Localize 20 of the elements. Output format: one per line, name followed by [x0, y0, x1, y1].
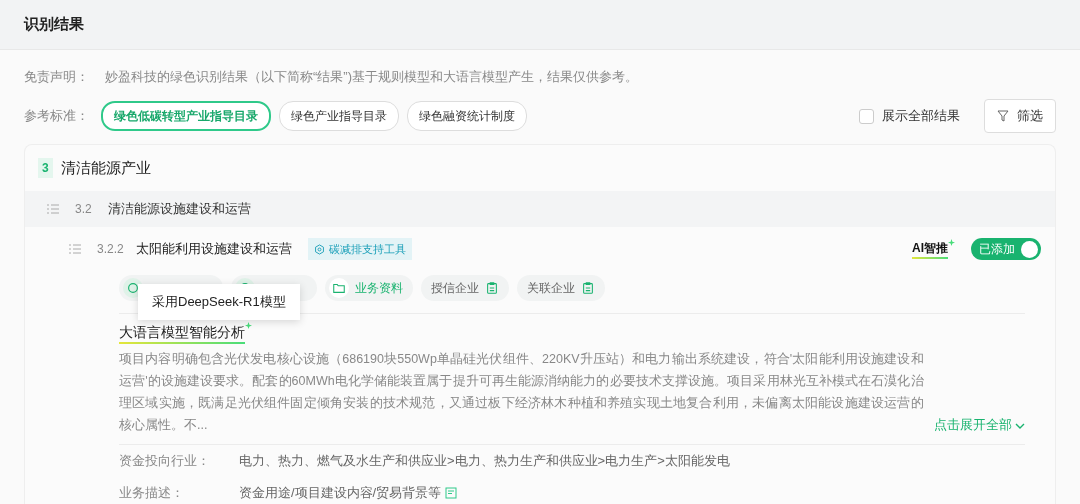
panel-title: 识别结果: [24, 14, 84, 35]
tool-tag: 碳减排支持工具: [307, 237, 412, 261]
field-value: 资金用途/项目建设内容/贸易背景等: [239, 484, 442, 503]
item-number: 3.2.2: [97, 241, 124, 258]
disclaimer-text: 妙盈科技的绿色识别结果（以下简称“结果”)基于规则模型和大语言模型产生，结果仅供参考。: [105, 68, 638, 87]
analysis-text: 项目内容明确包含光伏发电核心设施（686190块550Wp单晶硅光伏组件、220KV升压站）和电力输出系统建设，符合'太阳能利用设施建设和运营'的设施建设要求。配套的60MWh电化学储能装置属于提升可再生能源消纳能力的必要技术支撑设施。项目采用林光互补模式在石漠化治理区域实施，既满足光伏组件固定倾角安装的技术规范，又通过板下经济林木种植和养殖实现土地复合利用，未偏离太阳能设施建设运营的核心属性。不...: [119, 351, 924, 434]
field-label: 资金投向行业：: [119, 452, 211, 471]
show-all-label: 展示全部结果: [882, 107, 960, 126]
section-title: 清洁能源产业: [60, 157, 151, 178]
analysis-title: 大语言模型智能分析: [119, 322, 245, 344]
section-number: 3: [38, 158, 53, 178]
standard-label: 参考标准：: [24, 107, 89, 126]
tooltip: 采用DeepSeek-R1模型: [138, 284, 300, 320]
subsection-number: 3.2: [75, 201, 92, 218]
subsection-title: 清洁能源设施建设和运营: [107, 200, 251, 219]
field-value: 电力、热力、燃气及水生产和供应业>电力、热力生产和供应业>电力生产>太阳能发电: [239, 452, 730, 471]
ai-recommend-label: AI智推: [912, 239, 948, 259]
field-label: 业务描述：: [119, 484, 185, 503]
disclaimer-label: 免责声明：: [24, 68, 89, 87]
item-title: 太阳能利用设施建设和运营: [135, 240, 292, 259]
